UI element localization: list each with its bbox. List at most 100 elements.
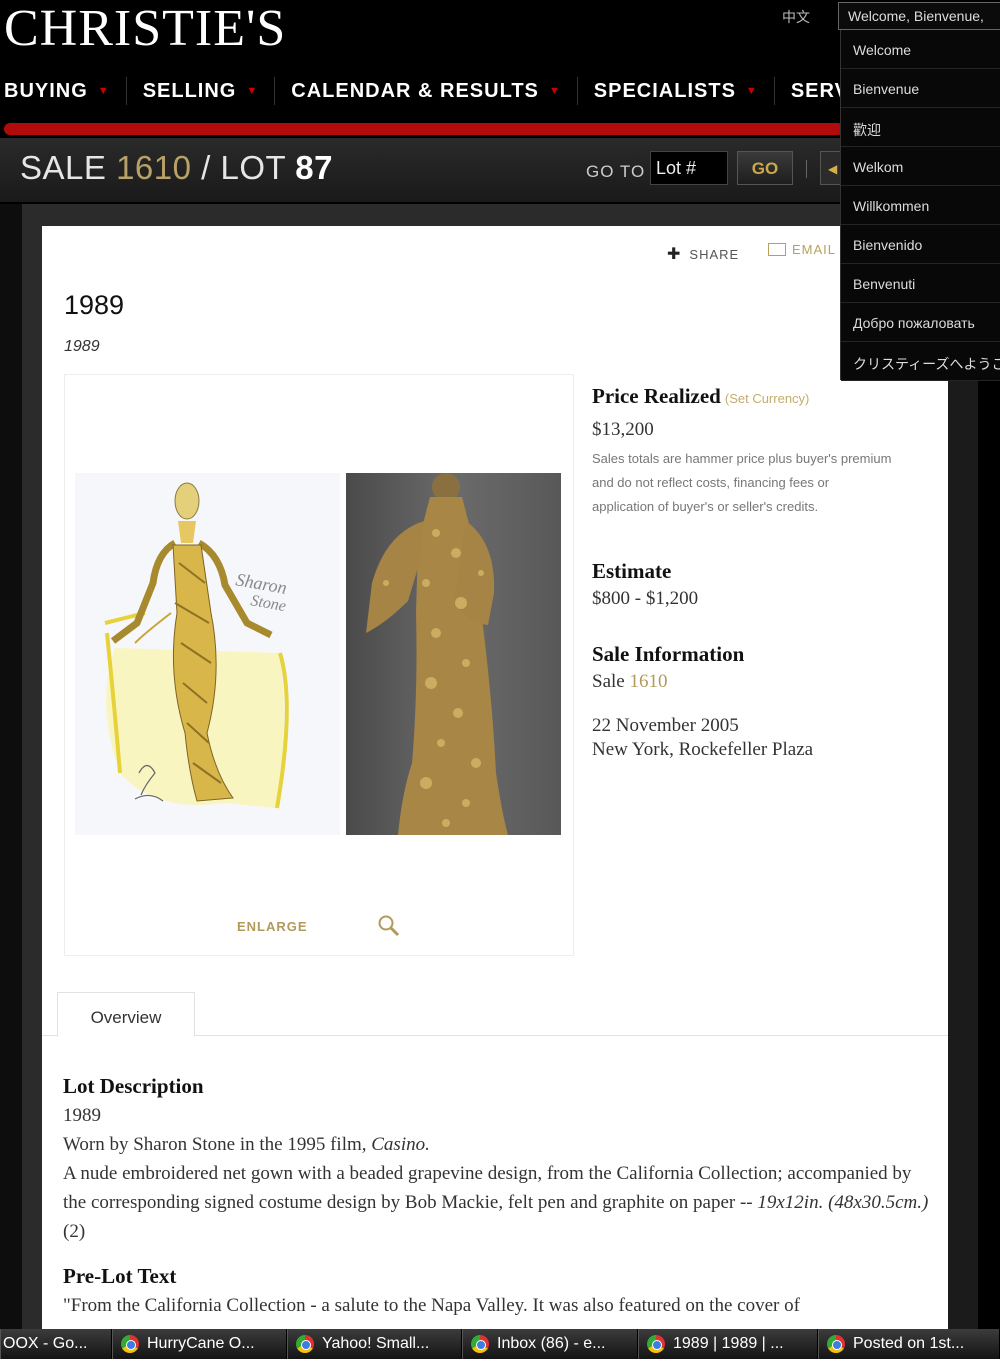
tab-bar: Overview — [42, 992, 948, 1037]
taskbar-item[interactable]: Inbox (86) - e... — [462, 1329, 638, 1359]
goto-label: GO TO — [586, 162, 646, 181]
right-rail — [948, 226, 978, 1329]
taskbar-item[interactable]: Yahoo! Small... — [287, 1329, 462, 1359]
chinese-language-link[interactable]: 中文 — [782, 7, 810, 27]
go-button[interactable]: GO — [737, 151, 793, 185]
caret-down-icon: ▼ — [97, 85, 110, 97]
sale-number-link[interactable]: 1610 — [629, 671, 667, 692]
lot-image-box: Sharon Stone ENLARGE — [64, 374, 574, 956]
sale-word: SALE — [20, 149, 107, 186]
price-note: Sales totals are hammer price plus buyer… — [592, 451, 892, 514]
tab-overview[interactable]: Overview — [57, 992, 195, 1037]
gown-photo — [366, 473, 508, 835]
dropdown-option[interactable]: Bienvenido — [841, 225, 1000, 264]
red-accent-bar — [4, 123, 844, 135]
chrome-icon — [121, 1335, 139, 1353]
nav-selling-label: SELLING — [142, 79, 237, 102]
dropdown-option[interactable]: Welcome — [841, 30, 1000, 69]
taskbar-item[interactable]: Posted on 1st... — [818, 1329, 1000, 1359]
christies-logo[interactable]: CHRISTIE'S — [4, 2, 286, 56]
taskbar-item-label: HurryCane O... — [147, 1335, 255, 1352]
taskbar-item[interactable]: OOX - Go... — [0, 1329, 112, 1359]
email-label: EMAIL — [792, 242, 837, 257]
dropdown-option[interactable]: Benvenuti — [841, 264, 1000, 303]
lot-word: LOT — [220, 149, 286, 186]
taskbar-item-label: OOX - Go... — [3, 1335, 88, 1352]
dropdown-option[interactable]: Willkommen — [841, 186, 1000, 225]
description-line: 1989 — [63, 1105, 101, 1126]
nav-specialists[interactable]: SPECIALISTS ▼ — [578, 76, 774, 106]
estimate-heading: Estimate — [592, 559, 672, 583]
dimensions-text: 19x12in. (48x30.5cm.) — [757, 1192, 929, 1213]
sale-location: New York, Rockefeller Plaza — [592, 739, 814, 760]
item-count: (2) — [63, 1221, 86, 1242]
taskbar-item[interactable]: 1989 | 1989 | ... — [638, 1329, 818, 1359]
description-line: Worn by Sharon Stone in the 1995 film, C… — [63, 1130, 933, 1159]
dropdown-option[interactable]: クリスティーズへようこ — [841, 342, 1000, 381]
dropdown-option[interactable]: Bienvenue — [841, 69, 1000, 108]
price-realized-label: Price Realized — [592, 384, 721, 408]
envelope-icon — [768, 243, 786, 256]
taskbar-item[interactable]: HurryCane O... — [112, 1329, 287, 1359]
estimate-value: $800 - $1,200 — [592, 588, 699, 609]
left-rail — [0, 204, 22, 1329]
lot-description-heading: Lot Description — [63, 1074, 204, 1098]
set-currency-link[interactable]: (Set Currency) — [725, 391, 810, 406]
title-slash: / — [201, 149, 211, 186]
chrome-icon — [647, 1335, 665, 1353]
language-dropdown: Welcome Bienvenue 歡迎 Welkom Willkommen B… — [840, 30, 1000, 381]
enlarge-link[interactable]: ENLARGE — [237, 919, 308, 934]
sale-number: 1610 — [116, 149, 192, 186]
nav-calendar-results-label: CALENDAR & RESULTS — [291, 79, 539, 102]
price-realized-value: $13,200 — [592, 419, 654, 440]
magnifier-icon[interactable] — [377, 914, 401, 943]
taskbar-item-label: 1989 | 1989 | ... — [673, 1335, 784, 1352]
nav-specialists-label: SPECIALISTS — [593, 79, 736, 102]
sale-date: 22 November 2005 — [592, 715, 739, 736]
main-nav: BUYING ▼ SELLING ▼ CALENDAR & RESULTS ▼ SPE… — [0, 76, 887, 106]
email-button[interactable]: EMAIL — [768, 242, 836, 257]
dropdown-option[interactable]: Welkom — [841, 147, 1000, 186]
taskbar-item-label: Yahoo! Small... — [322, 1335, 430, 1352]
lot-page: ✚ SHARE EMAIL 1989 1989 Sharon Stone ENL… — [42, 226, 948, 1329]
nav-buying-label: BUYING — [4, 79, 88, 102]
sale-information-heading: Sale Information — [592, 642, 745, 666]
chrome-icon — [827, 1335, 845, 1353]
plus-icon: ✚ — [667, 246, 682, 263]
os-taskbar: OOX - Go... HurryCane O... Yahoo! Small.… — [0, 1329, 1000, 1359]
lot-description: Lot Description 1989 Worn by Sharon Ston… — [63, 1072, 933, 1320]
lot-number-input[interactable]: Lot # — [650, 151, 728, 185]
share-label: SHARE — [689, 247, 740, 262]
language-select[interactable]: Welcome, Bienvenue, — [838, 2, 1000, 30]
nav-calendar-results[interactable]: CALENDAR & RESULTS ▼ — [275, 76, 577, 106]
pre-lot-text: "From the California Collection - a salu… — [63, 1295, 800, 1316]
taskbar-item-label: Inbox (86) - e... — [497, 1335, 606, 1352]
lot-title: 1989 — [64, 290, 125, 320]
dropdown-option[interactable]: 歡迎 — [841, 108, 1000, 147]
caret-down-icon: ▼ — [745, 85, 758, 97]
lot-info-panel: Price Realized (Set Currency) $13,200 Sal… — [592, 384, 922, 761]
share-button[interactable]: ✚ SHARE — [667, 244, 739, 264]
nav-buying[interactable]: BUYING ▼ — [0, 76, 126, 106]
lot-subtitle: 1989 — [64, 338, 100, 355]
taskbar-item-label: Posted on 1st... — [853, 1335, 965, 1352]
description-line: A nude embroidered net gown with a beade… — [63, 1159, 933, 1246]
price-realized-heading: Price Realized (Set Currency) — [592, 384, 922, 409]
chrome-icon — [296, 1335, 314, 1353]
caret-down-icon: ▼ — [548, 85, 561, 97]
triangle-left-icon: ◀ — [828, 162, 838, 176]
sale-word: Sale — [592, 671, 625, 692]
salebar-divider — [806, 160, 807, 178]
nav-selling[interactable]: SELLING ▼ — [127, 76, 275, 106]
pre-lot-heading: Pre-Lot Text — [63, 1264, 177, 1288]
gown-photo-image[interactable] — [346, 473, 561, 835]
chrome-icon — [471, 1335, 489, 1353]
sketch-drawing: Sharon Stone — [104, 482, 289, 809]
caret-down-icon: ▼ — [246, 85, 259, 97]
costume-sketch-image[interactable]: Sharon Stone — [75, 473, 340, 835]
dropdown-option[interactable]: Добро пожаловать — [841, 303, 1000, 342]
film-title: Casino. — [371, 1134, 430, 1155]
description-text: Worn by Sharon Stone in the 1995 film, — [63, 1134, 367, 1155]
lot-number: 87 — [295, 149, 333, 186]
sale-lot-title: SALE 1610 / LOT 87 — [20, 149, 333, 187]
